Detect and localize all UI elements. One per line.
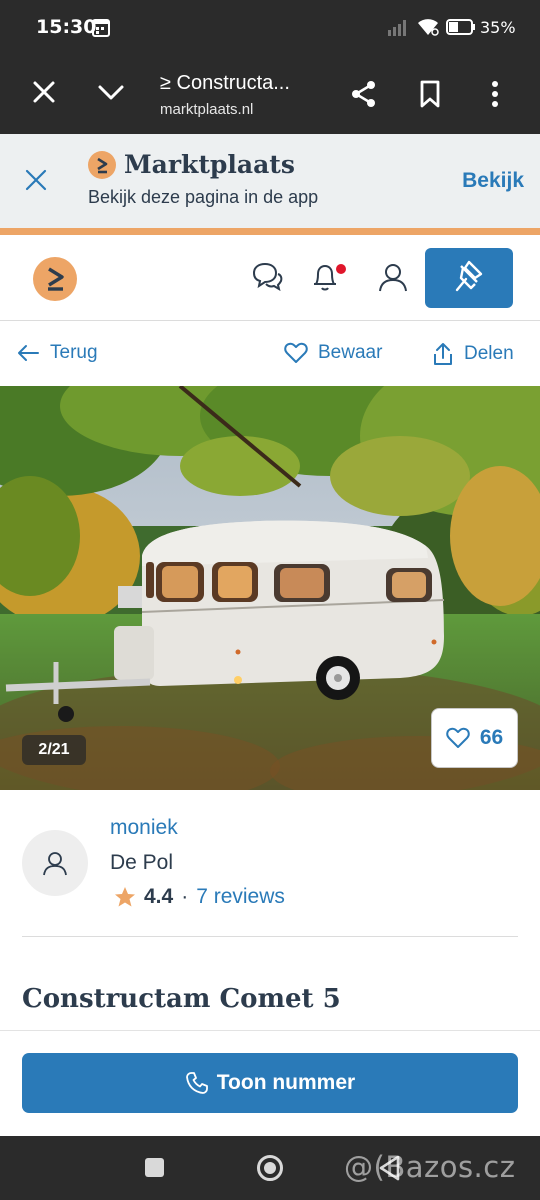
notification-dot: [336, 264, 346, 274]
wifi-icon: [416, 17, 440, 42]
chevron-down-icon[interactable]: [97, 80, 125, 109]
more-vert-icon[interactable]: [490, 80, 500, 113]
bell-icon[interactable]: [311, 261, 339, 298]
signal-icon: [388, 18, 410, 41]
page-url[interactable]: marktplaats.nl: [160, 101, 253, 118]
photo-counter: 2/21: [22, 735, 86, 765]
app-banner-subtitle: Bekijk deze pagina in de app: [88, 187, 319, 207]
reviews-link[interactable]: 7 reviews: [196, 885, 285, 909]
back-label: Terug: [50, 342, 98, 363]
share-up-icon: [434, 343, 452, 365]
save-label: Bewaar: [318, 342, 383, 363]
phone-icon: [185, 1072, 208, 1094]
seller-name[interactable]: moniek: [110, 816, 178, 840]
brand-divider: [0, 228, 540, 235]
battery-icon: [446, 18, 476, 41]
watermark: @(Bazos.cz: [344, 1150, 516, 1184]
heart-icon: [446, 727, 470, 748]
divider: [22, 936, 518, 937]
seller-location: De Pol: [110, 851, 174, 874]
seller-rating: 4.4 · 7 reviews: [114, 885, 285, 909]
favorite-count: 66: [479, 726, 504, 749]
back-link[interactable]: Terug: [16, 342, 98, 364]
close-icon[interactable]: [24, 168, 48, 197]
app-banner: Marktplaats Bekijk deze pagina in de app…: [0, 134, 540, 228]
page-title[interactable]: ≥ Constructa...: [160, 72, 290, 95]
share-button[interactable]: Delen: [432, 342, 514, 366]
star-icon: [115, 887, 135, 907]
marktplaats-logo: [88, 151, 116, 179]
place-ad-button[interactable]: [425, 248, 513, 308]
site-header: [0, 235, 540, 321]
status-time: 15:30: [36, 16, 97, 38]
calendar-icon: [92, 17, 110, 42]
chat-icon[interactable]: [250, 261, 284, 298]
show-number-button[interactable]: Toon nummer: [22, 1053, 518, 1113]
avatar[interactable]: [22, 830, 88, 896]
share-icon[interactable]: [350, 80, 378, 113]
rating-score: 4.4: [144, 885, 174, 908]
recents-icon[interactable]: [145, 1158, 164, 1177]
share-label: Delen: [464, 343, 514, 364]
favorite-button[interactable]: 66: [431, 708, 518, 768]
show-number-label: Toon nummer: [216, 1071, 356, 1094]
user-icon: [43, 852, 67, 876]
listing-title: Constructam Comet 5: [22, 984, 341, 1014]
browser-toolbar: ≥ Constructa... marktplaats.nl: [0, 56, 540, 134]
home-icon[interactable]: [257, 1155, 283, 1181]
rating-separator: ·: [181, 885, 189, 908]
save-button[interactable]: Bewaar: [284, 342, 382, 364]
battery-percent: 35%: [480, 18, 516, 37]
status-bar: 15:30 35%: [0, 0, 540, 56]
arrow-left-icon: [18, 345, 39, 361]
call-bar: Toon nummer: [0, 1030, 540, 1136]
close-icon[interactable]: [32, 80, 56, 109]
bookmark-icon[interactable]: [418, 80, 442, 113]
open-in-app-button[interactable]: Bekijk: [462, 169, 524, 193]
app-banner-brand: Marktplaats: [124, 150, 295, 179]
system-nav-bar: @(Bazos.cz: [0, 1136, 540, 1200]
user-icon[interactable]: [377, 261, 409, 298]
seller-section: moniek De Pol 4.4 · 7 reviews Constructa…: [0, 790, 540, 1030]
action-row: Terug Bewaar Delen: [0, 322, 540, 385]
heart-icon: [284, 342, 308, 363]
marktplaats-logo[interactable]: [33, 257, 77, 301]
pin-icon: [455, 260, 483, 292]
